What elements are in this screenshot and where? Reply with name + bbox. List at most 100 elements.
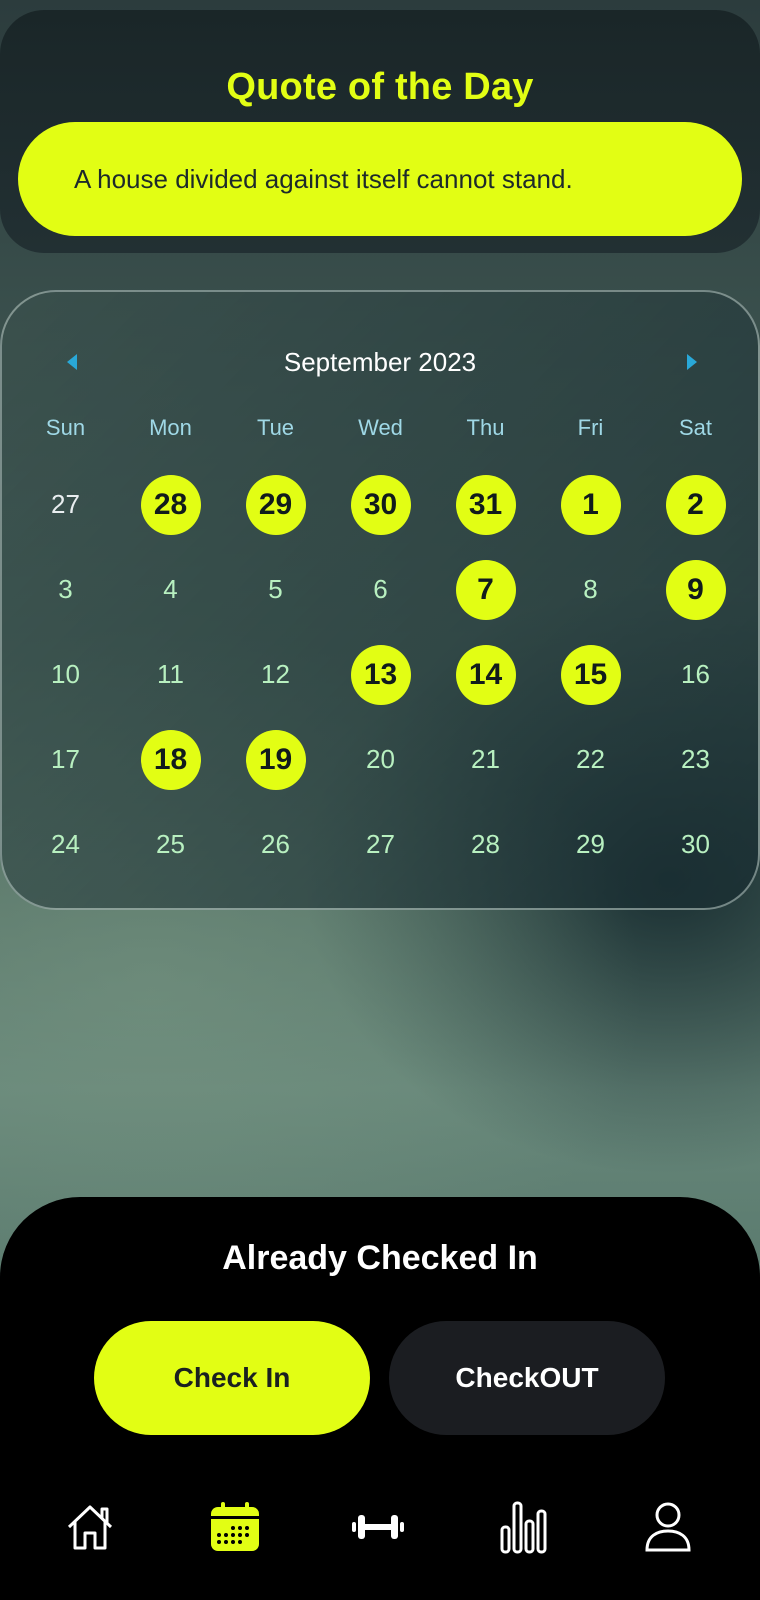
calendar-day-number: 25 <box>156 829 185 859</box>
check-in-button[interactable]: Check In <box>94 1321 370 1435</box>
calendar-day-number: 7 <box>455 559 516 620</box>
calendar-day-grid: 27 28 29 30 31 1 2 3 4 5 6 7 8 9 10 11 12 13 14 15 16 17 18 19 2… <box>13 462 748 887</box>
calendar-day-number: 3 <box>58 574 73 604</box>
calendar-day-number: 21 <box>471 744 500 774</box>
calendar-day[interactable]: 11 <box>118 632 223 717</box>
calendar-day-number: 12 <box>261 659 290 689</box>
quote-text: A house divided against itself cannot st… <box>74 163 573 194</box>
calendar-day-number: 1 <box>560 474 621 535</box>
calendar-day[interactable]: 4 <box>118 547 223 632</box>
calendar-day-number: 11 <box>157 659 184 689</box>
calendar-day-number: 10 <box>51 659 80 689</box>
calendar-day-number: 16 <box>681 659 710 689</box>
calendar-day[interactable]: 26 <box>223 802 328 887</box>
calendar-day-number: 17 <box>51 744 80 774</box>
calendar-day[interactable]: 27 <box>13 462 118 547</box>
calendar-day[interactable]: 30 <box>643 802 748 887</box>
calendar-day-number: 14 <box>455 644 516 705</box>
calendar-day-checked[interactable]: 30 <box>328 462 433 547</box>
calendar-day-number: 6 <box>373 574 388 604</box>
calendar-day-checked[interactable]: 29 <box>223 462 328 547</box>
calendar-day[interactable]: 6 <box>328 547 433 632</box>
calendar-icon <box>211 1502 259 1551</box>
checkin-panel: Already Checked In Check In CheckOUT <box>0 1197 760 1600</box>
quote-title: Quote of the Day <box>226 66 534 108</box>
calendar: September 2023 Sun Mon Tue Wed Thu Fri Sat 27 2… <box>0 290 760 910</box>
calendar-day[interactable]: 16 <box>643 632 748 717</box>
calendar-day[interactable]: 29 <box>538 802 643 887</box>
calendar-day-number: 4 <box>163 574 178 604</box>
calendar-day[interactable]: 12 <box>223 632 328 717</box>
weekday-label: Tue <box>256 415 295 440</box>
calendar-day[interactable]: 8 <box>538 547 643 632</box>
calendar-day-checked[interactable]: 13 <box>328 632 433 717</box>
dumbbell-icon <box>352 1515 404 1539</box>
calendar-day-checked[interactable]: 19 <box>223 717 328 802</box>
weekday-label: Wed <box>358 415 403 440</box>
calendar-day-number: 29 <box>576 829 605 859</box>
nav-item-home[interactable] <box>50 1487 130 1567</box>
calendar-day-number: 9 <box>665 559 726 620</box>
user-icon <box>645 1502 691 1552</box>
check-out-button[interactable]: CheckOUT <box>389 1321 665 1435</box>
calendar-day-number: 13 <box>350 644 411 705</box>
bottom-nav <box>0 1487 760 1587</box>
calendar-day-number: 22 <box>576 744 605 774</box>
calendar-day-number: 30 <box>681 829 710 859</box>
calendar-day-number: 8 <box>583 574 598 604</box>
calendar-day[interactable]: 3 <box>13 547 118 632</box>
calendar-header: September 2023 <box>2 340 758 384</box>
nav-item-stats[interactable] <box>484 1487 564 1567</box>
calendar-day-number: 18 <box>140 729 201 790</box>
calendar-month-label: September 2023 <box>283 347 477 377</box>
calendar-day-number: 2 <box>665 474 726 535</box>
calendar-day-checked[interactable]: 2 <box>643 462 748 547</box>
calendar-day-checked[interactable]: 18 <box>118 717 223 802</box>
calendar-day-checked[interactable]: 31 <box>433 462 538 547</box>
calendar-day[interactable]: 21 <box>433 717 538 802</box>
calendar-day[interactable]: 17 <box>13 717 118 802</box>
quote-box: A house divided against itself cannot st… <box>18 122 742 236</box>
calendar-day-number: 5 <box>268 574 283 604</box>
nav-item-workouts[interactable] <box>338 1487 418 1567</box>
calendar-day-number: 30 <box>350 474 411 535</box>
home-icon <box>67 1505 113 1550</box>
calendar-day-number: 29 <box>245 474 306 535</box>
calendar-day[interactable]: 22 <box>538 717 643 802</box>
calendar-day[interactable]: 5 <box>223 547 328 632</box>
calendar-day[interactable]: 20 <box>328 717 433 802</box>
calendar-day[interactable]: 10 <box>13 632 118 717</box>
chevron-left-icon[interactable] <box>60 350 84 374</box>
calendar-day-number: 28 <box>471 829 500 859</box>
calendar-day-checked[interactable]: 1 <box>538 462 643 547</box>
weekday-label: Mon <box>149 415 192 440</box>
calendar-day-checked[interactable]: 14 <box>433 632 538 717</box>
calendar-day-number: 15 <box>560 644 621 705</box>
calendar-day[interactable]: 27 <box>328 802 433 887</box>
calendar-day-number: 19 <box>245 729 306 790</box>
calendar-day-number: 27 <box>366 829 395 859</box>
weekday-label: Sat <box>678 415 713 440</box>
weekday-header-row: Sun Mon Tue Wed Thu Fri Sat <box>13 410 748 446</box>
calendar-day[interactable]: 23 <box>643 717 748 802</box>
nav-item-profile[interactable] <box>628 1487 708 1567</box>
calendar-day-number: 24 <box>51 829 80 859</box>
calendar-day-number: 26 <box>261 829 290 859</box>
calendar-day-checked[interactable]: 7 <box>433 547 538 632</box>
calendar-day-number: 23 <box>681 744 710 774</box>
calendar-day-number: 28 <box>140 474 201 535</box>
quote-card: Quote of the Day A house divided against… <box>0 10 760 253</box>
calendar-day[interactable]: 28 <box>433 802 538 887</box>
checkin-status-text: Already Checked In <box>222 1239 538 1277</box>
calendar-day[interactable]: 24 <box>13 802 118 887</box>
calendar-day[interactable]: 25 <box>118 802 223 887</box>
chevron-right-icon[interactable] <box>680 350 704 374</box>
nav-item-calendar[interactable] <box>195 1487 275 1567</box>
weekday-label: Sun <box>45 415 86 440</box>
calendar-day-checked[interactable]: 28 <box>118 462 223 547</box>
calendar-day-number: 27 <box>51 489 80 519</box>
calendar-day-checked[interactable]: 15 <box>538 632 643 717</box>
weekday-label: Thu <box>466 415 505 440</box>
calendar-day-number: 20 <box>366 744 395 774</box>
calendar-day-checked[interactable]: 9 <box>643 547 748 632</box>
